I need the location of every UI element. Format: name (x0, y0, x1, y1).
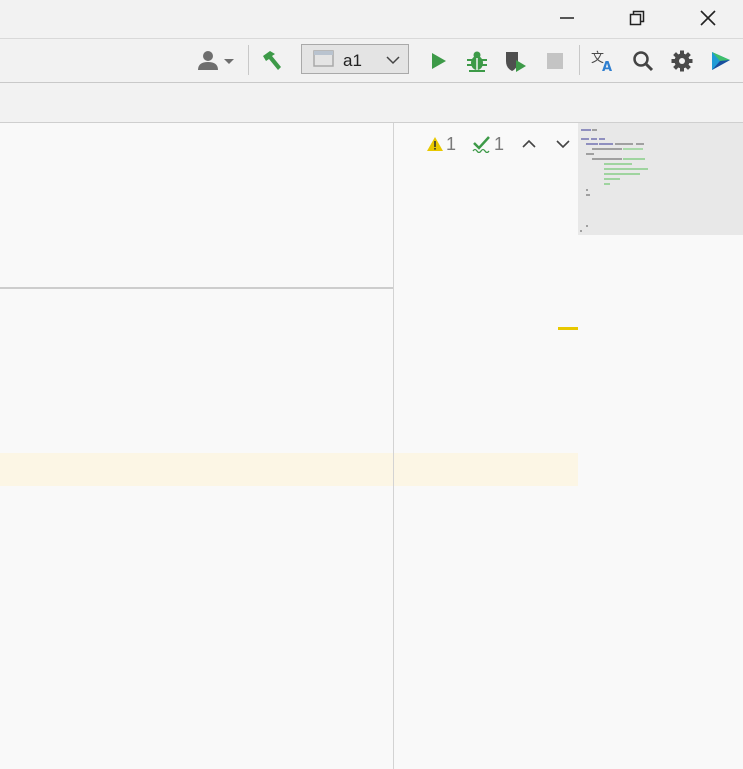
typo-count: 1 (494, 133, 505, 154)
chevron-down-icon[interactable] (556, 139, 570, 149)
plugin-logo-icon (712, 52, 730, 70)
gear-icon (671, 50, 693, 72)
minimize-button[interactable] (544, 0, 590, 36)
minimap-line (604, 173, 640, 175)
close-button[interactable] (685, 0, 731, 36)
minimap-line (586, 153, 594, 155)
warning-stripe-marker[interactable] (558, 327, 578, 330)
editor-tab-strip (0, 83, 743, 123)
minimap-line (586, 194, 590, 196)
search-icon (633, 51, 654, 72)
minimap-line (604, 178, 620, 180)
minimap-line (592, 158, 622, 160)
toolbar-separator (579, 45, 580, 75)
settings-button[interactable] (668, 47, 696, 75)
editor-divider (0, 287, 393, 289)
coverage-icon (506, 52, 526, 72)
minimap-line (581, 138, 589, 140)
minimize-icon (560, 17, 574, 19)
run-config-label: a1 (343, 51, 362, 70)
close-icon (700, 10, 716, 26)
typo-check-icon (472, 136, 490, 153)
minimap-line (581, 129, 591, 131)
minimap-line (604, 168, 648, 170)
minimap-line (599, 138, 605, 140)
run-configuration-select[interactable]: a1 (301, 44, 409, 74)
editor-area[interactable]: 1 1 (0, 123, 743, 769)
hammer-icon (263, 51, 281, 70)
current-line-highlight (0, 453, 578, 486)
main-toolbar: a1 文 A (0, 39, 743, 83)
search-button[interactable] (629, 47, 657, 75)
translate-icon: 文 A (591, 51, 612, 73)
stop-button[interactable] (541, 47, 569, 75)
minimap-line (604, 163, 632, 165)
toolbar-separator (248, 45, 249, 75)
minimap-line (592, 148, 622, 150)
minimap-line (615, 143, 633, 145)
translate-button[interactable]: 文 A (589, 47, 617, 75)
run-button[interactable] (424, 47, 452, 75)
user-icon (198, 51, 234, 70)
run-icon (432, 53, 446, 69)
stop-icon (547, 53, 563, 69)
minimap-line (586, 189, 588, 191)
right-margin-guide (393, 123, 394, 769)
warning-icon (427, 137, 443, 151)
svg-text:A: A (602, 60, 612, 73)
chevron-up-icon[interactable] (522, 139, 536, 149)
minimap-line (580, 230, 582, 232)
restore-button[interactable] (614, 0, 660, 36)
build-button[interactable] (258, 47, 286, 75)
minimap-line (592, 129, 597, 131)
minimap-line (586, 143, 598, 145)
minimap-line (599, 143, 613, 145)
user-menu-button[interactable] (196, 47, 238, 75)
warning-count: 1 (446, 133, 457, 154)
debug-button[interactable] (463, 47, 491, 75)
minimap-line (636, 143, 644, 145)
inspection-widget[interactable]: 1 1 (426, 133, 570, 155)
coverage-button[interactable] (502, 47, 530, 75)
minimap-line (591, 138, 597, 140)
minimap-line (623, 148, 643, 150)
minimap-line (604, 183, 610, 185)
window-config-icon (313, 50, 334, 67)
chevron-down-icon (386, 56, 400, 65)
minimap-line (586, 225, 588, 227)
minimap-line (623, 158, 645, 160)
debug-icon (467, 51, 487, 72)
title-bar (0, 0, 743, 39)
plugin-button[interactable] (707, 47, 735, 75)
code-minimap[interactable] (578, 123, 743, 235)
restore-icon (629, 10, 645, 26)
